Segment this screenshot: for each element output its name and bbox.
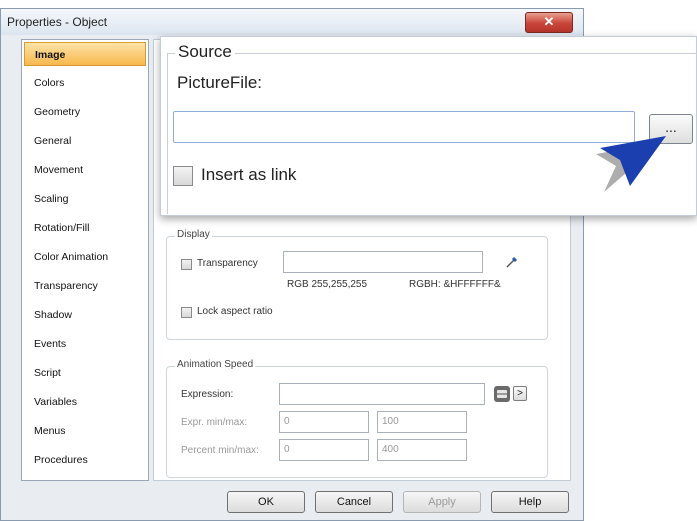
percent-min-input[interactable]: 0 (279, 439, 369, 461)
source-group-title: Source (175, 42, 235, 62)
nav-item-colors[interactable]: Colors (24, 71, 146, 95)
help-button[interactable]: Help (491, 491, 569, 513)
nav-item-events[interactable]: Events (24, 332, 146, 356)
cancel-button[interactable]: Cancel (315, 491, 393, 513)
nav-item-general[interactable]: General (24, 129, 146, 153)
eyedropper-icon[interactable] (505, 255, 519, 269)
window-title: Properties - Object (7, 15, 108, 29)
title-bar[interactable]: Properties - Object ✕ (1, 9, 583, 35)
percent-minmax-label: Percent min/max: (181, 445, 259, 456)
percent-max-input[interactable]: 400 (377, 439, 467, 461)
ok-button[interactable]: OK (227, 491, 305, 513)
category-list: Image Colors Geometry General Movement S… (21, 39, 149, 481)
picture-file-label: PictureFile: (177, 73, 263, 92)
insert-as-link-label: Insert as link (201, 165, 297, 184)
nav-item-shadow[interactable]: Shadow (24, 303, 146, 327)
close-button[interactable]: ✕ (525, 12, 573, 33)
nav-item-scaling[interactable]: Scaling (24, 187, 146, 211)
display-group-title: Display (175, 229, 212, 240)
expr-min-input[interactable]: 0 (279, 411, 369, 433)
insert-as-link-checkbox[interactable] (173, 166, 193, 186)
nav-item-transparency[interactable]: Transparency (24, 274, 146, 298)
nav-item-image[interactable]: Image (24, 42, 146, 66)
pointer-arrow-icon (596, 136, 666, 192)
rgbh-value: RGBH: &HFFFFFF& (409, 279, 501, 290)
nav-item-procedures[interactable]: Procedures (24, 448, 146, 472)
nav-item-variables[interactable]: Variables (24, 390, 146, 414)
rgb-value: RGB 255,255,255 (287, 279, 368, 290)
animation-speed-title: Animation Speed (175, 359, 256, 370)
expression-more-button[interactable]: > (513, 386, 527, 401)
expression-label: Expression: (181, 389, 234, 400)
nav-item-script[interactable]: Script (24, 361, 146, 385)
nav-item-movement[interactable]: Movement (24, 158, 146, 182)
lock-aspect-label: Lock aspect ratio (197, 306, 273, 317)
transparency-checkbox[interactable] (181, 259, 192, 270)
apply-button[interactable]: Apply (403, 491, 481, 513)
nav-item-menus[interactable]: Menus (24, 419, 146, 443)
lock-aspect-checkbox[interactable] (181, 307, 192, 318)
transparency-label: Transparency (197, 258, 258, 269)
nav-item-geometry[interactable]: Geometry (24, 100, 146, 124)
animation-speed-group: Animation Speed Expression: > Expr. min/… (166, 359, 548, 478)
expression-input[interactable] (279, 383, 485, 405)
picture-file-input[interactable] (173, 111, 635, 143)
expr-max-input[interactable]: 100 (377, 411, 467, 433)
display-group: Display Transparency RGB 255,255,255 RGB… (166, 229, 548, 340)
expr-minmax-label: Expr. min/max: (181, 417, 248, 428)
expression-edit-icon[interactable] (493, 385, 511, 403)
nav-item-color-animation[interactable]: Color Animation (24, 245, 146, 269)
transparency-color-field[interactable] (283, 251, 483, 273)
nav-item-rotation-fill[interactable]: Rotation/Fill (24, 216, 146, 240)
